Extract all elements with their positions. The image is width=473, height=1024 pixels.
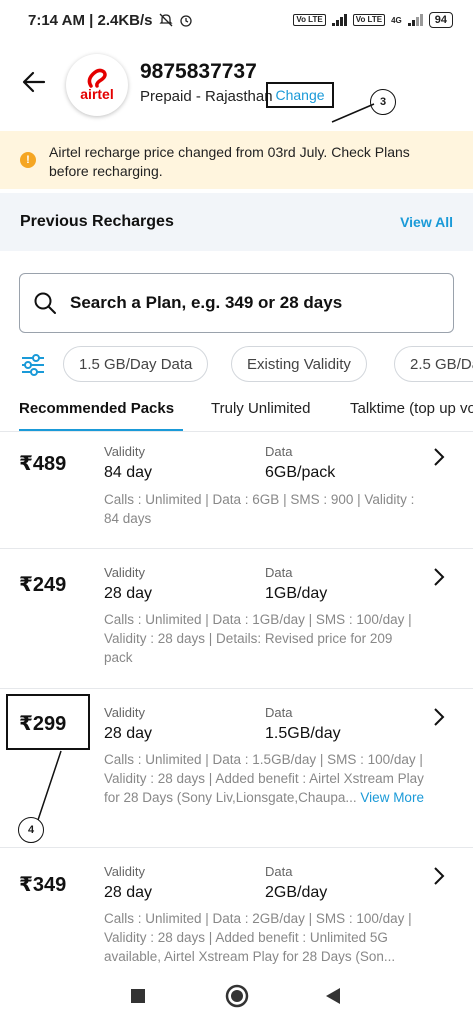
active-tab-indicator [19,429,183,431]
pack-description: Calls : Unlimited | Data : 2GB/day | SMS… [104,911,412,964]
pack-price: ₹349 [19,874,67,896]
pack-description: Calls : Unlimited | Data : 1GB/day | SMS… [104,612,412,665]
back-triangle-icon[interactable] [325,987,341,1005]
validity-value: 84 day [104,464,153,481]
pack-card[interactable]: ₹249 Validity 28 day Data 1GB/day Calls … [0,549,473,689]
annotation-callout-3: 3 [370,89,396,115]
chevron-right-icon[interactable] [432,707,446,727]
pack-price: ₹299 [19,713,67,735]
validity-label: Validity [104,444,145,459]
mute-icon [158,13,173,27]
previous-recharges-title: Previous Recharges [20,213,174,230]
filter-row: 1.5 GB/Day Data Existing Validity 2.5 GB… [0,346,473,384]
volte-badge-2: Vo LTE [352,14,386,26]
validity-value: 28 day [104,884,153,901]
search-placeholder: Search a Plan, e.g. 349 or 28 days [70,293,343,312]
search-icon [34,292,56,314]
signal-icon-1 [331,14,347,26]
price-change-notice[interactable]: ! Airtel recharge price changed from 03r… [0,131,473,189]
annotation-line-3 [331,103,375,123]
notice-text: Airtel recharge price changed from 03rd … [49,144,410,179]
info-icon: ! [20,152,36,168]
chevron-right-icon[interactable] [432,447,446,467]
tab-truly-unlimited[interactable]: Truly Unlimited [211,400,310,417]
alarm-icon [179,15,192,27]
change-button[interactable]: Change [266,82,334,108]
network-type: 4G [391,15,402,25]
tab-talktime[interactable]: Talktime (top up voucher) [350,400,473,417]
validity-value: 28 day [104,725,153,742]
pack-card[interactable]: ₹349 Validity 28 day Data 2GB/day Calls … [0,848,473,968]
data-value: 1.5GB/day [265,725,341,742]
airtel-swirl-icon [87,68,107,88]
data-label: Data [265,864,293,879]
pack-list: ₹489 Validity 84 day Data 6GB/pack Calls… [0,433,473,968]
brand-name: airtel [80,86,114,102]
data-label: Data [265,705,293,720]
filter-chip-2[interactable]: Existing Validity [231,346,367,382]
view-all-button[interactable]: View All [400,214,453,230]
chevron-right-icon[interactable] [432,567,446,587]
data-label: Data [265,565,293,580]
validity-label: Validity [104,705,145,720]
tab-recommended-packs[interactable]: Recommended Packs [19,400,174,417]
volte-badge-1: Vo LTE [293,14,326,26]
status-left: 7:14 AM | 2.4KB/s [28,12,193,29]
pack-description: Calls : Unlimited | Data : 1.5GB/day | S… [104,750,424,807]
signal-icon-2 [407,14,423,26]
validity-label: Validity [104,864,145,879]
data-value: 1GB/day [265,585,328,602]
status-time: 7:14 AM | 2.4KB/s [28,11,153,29]
circle-plan: Prepaid - Rajasthan [140,88,273,105]
recents-square-icon[interactable] [130,988,146,1004]
view-more-link[interactable]: View More [360,790,424,805]
chevron-right-icon[interactable] [432,866,446,886]
phone-number: 9875837737 [140,60,257,83]
search-plan-input[interactable]: Search a Plan, e.g. 349 or 28 days [19,273,454,333]
header: airtel 9875837737 Prepaid - Rajasthan Ch… [0,44,473,128]
pack-description: Calls : Unlimited | Data : 6GB | SMS : 9… [104,492,415,526]
annotation-callout-4: 4 [18,817,44,843]
pack-card[interactable]: ₹299 Validity 28 day Data 1.5GB/day Call… [0,689,473,848]
data-value: 6GB/pack [265,464,336,481]
status-bar: 7:14 AM | 2.4KB/s Vo LTE Vo LTE 4G 94 [0,0,473,40]
plan-tabs: Recommended Packs Truly Unlimited Talkti… [0,396,473,432]
battery-indicator: 94 [428,12,453,28]
pack-card[interactable]: ₹489 Validity 84 day Data 6GB/pack Calls… [0,433,473,549]
back-arrow-icon[interactable] [20,68,48,96]
pack-price: ₹249 [19,574,67,596]
previous-recharges-section: Previous Recharges View All [0,193,473,251]
filter-chip-3[interactable]: 2.5 GB/Day Data [394,346,473,382]
validity-label: Validity [104,565,145,580]
validity-value: 28 day [104,585,153,602]
system-nav-bar [0,968,473,1024]
data-label: Data [265,444,293,459]
operator-logo: airtel [66,54,128,116]
pack-price: ₹489 [19,453,67,475]
filter-sliders-icon[interactable] [20,352,46,378]
home-circle-icon[interactable] [225,984,249,1008]
filter-chip-1[interactable]: 1.5 GB/Day Data [63,346,209,382]
status-right: Vo LTE Vo LTE 4G 94 [293,12,453,28]
data-value: 2GB/day [265,884,328,901]
